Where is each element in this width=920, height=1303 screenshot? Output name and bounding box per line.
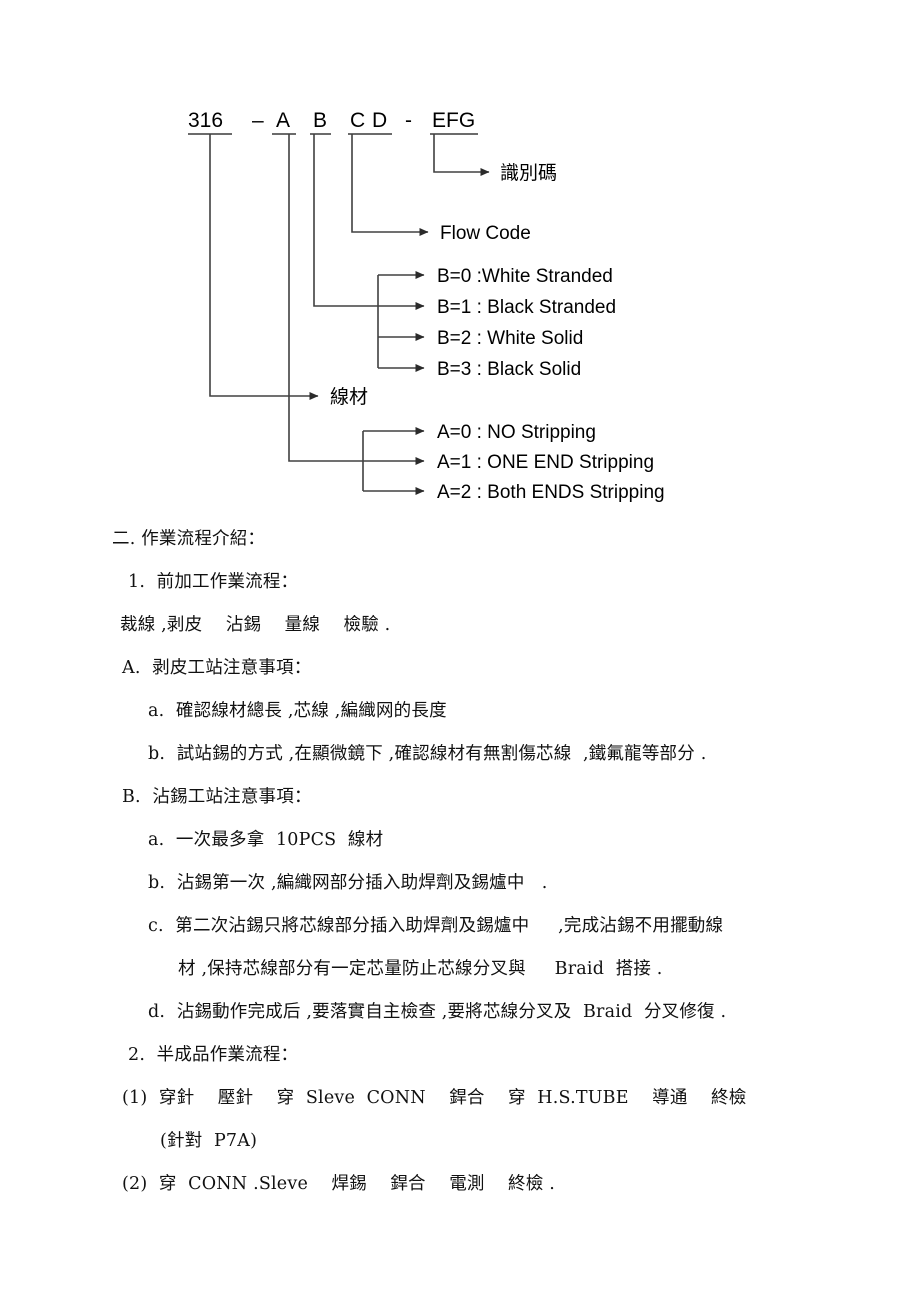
code-segment-a: A — [276, 109, 290, 132]
part-number-diagram: 316 – A B C D - EFG 識別碼 Flow Code B=0:W… — [0, 0, 920, 520]
item-b-note-b: b. 沾錫第一次 ,編織网部分插入助焊劑及錫爐中 . — [148, 873, 548, 893]
code-dash-2: - — [405, 109, 412, 132]
diagram-canvas: 316 – A B C D - EFG 識別碼 Flow Code B=0:W… — [188, 109, 665, 503]
item-a-note-b: b. 試站錫的方式 ,在顯微鏡下 ,確認線材有無割傷芯線 ,鐵氟龍等部分 . — [148, 744, 707, 764]
connector-c-to-flow-code — [351, 134, 429, 236]
connector-efg-to-identifier — [433, 134, 490, 176]
connector-b-feed — [313, 134, 378, 307]
label-b3: B=3 : Black Solid — [437, 359, 581, 380]
code-segment-b: B — [313, 109, 327, 132]
connector-316-to-wire-material — [209, 134, 319, 400]
heading-item-b: B. 沾錫工站注意事項： — [122, 787, 312, 807]
flow-sequence-preprocess: 裁線 ,剥皮 沾錫 量線 檢驗 . — [120, 615, 391, 635]
code-dash-1: – — [252, 109, 264, 132]
heading-section-2: 二. 作業流程介紹： — [112, 529, 266, 549]
item-b-note-c-continued: 材 ,保持芯線部分有一定芯量防止芯線分叉與 Braid 搭接 . — [178, 959, 663, 979]
heading-item-2: 2. 半成品作業流程： — [128, 1045, 299, 1065]
heading-item-a: A. 剥皮工站注意事項： — [122, 658, 312, 678]
item-b-note-d: d. 沾錫動作完成后 ,要落實自主檢查 ,要將芯線分叉及 Braid 分叉修復 … — [148, 1002, 727, 1022]
label-b2: B=2 : White Solid — [437, 328, 583, 349]
code-segment-efg: EFG — [432, 109, 475, 132]
code-segment-c: C — [350, 109, 365, 132]
item-b-note-c: c. 第二次沾錫只將芯線部分插入助焊劑及錫爐中 ,完成沾錫不用擺動線 — [148, 916, 724, 936]
item-a-note-a: a. 確認線材總長 ,芯線 ,編織网的長度 — [148, 701, 447, 721]
document-page: 316 – A B C D - EFG 識別碼 Flow Code B=0:W… — [0, 0, 920, 1303]
label-b1: B=1 : Black Stranded — [437, 297, 616, 318]
flow-sequence-1-continued: (針對 P7A) — [160, 1131, 258, 1151]
label-identifier-code: 識別碼 — [500, 162, 557, 184]
flow-sequence-2: (2) 穿 CONN .Sleve 焊錫 銲合 電測 終檢 . — [122, 1174, 555, 1194]
item-b-note-a: a. 一次最多拿 10PCS 線材 — [148, 830, 384, 850]
label-a1: A=1 : ONE END Stripping — [437, 452, 654, 473]
body-text-block: 二. 作業流程介紹： 1. 前加工作業流程： 裁線 ,剥皮 沾錫 量線 檢驗 .… — [0, 518, 920, 1206]
label-b0: B=0 :White Stranded — [437, 266, 613, 287]
label-wire-material: 線材 — [330, 386, 368, 408]
heading-item-1: 1. 前加工作業流程： — [128, 572, 299, 592]
label-a0: A=0 : NO Stripping — [437, 422, 596, 443]
flow-sequence-1: (1) 穿針 壓針 穿 Sleve CONN 銲合 穿 H.S.TUBE 導通 … — [122, 1088, 747, 1108]
label-a2: A=2 : Both ENDS Stripping — [437, 482, 665, 503]
code-segment-316: 316 — [188, 109, 223, 132]
code-segment-d: D — [372, 109, 387, 132]
label-flow-code: Flow Code — [440, 223, 531, 244]
